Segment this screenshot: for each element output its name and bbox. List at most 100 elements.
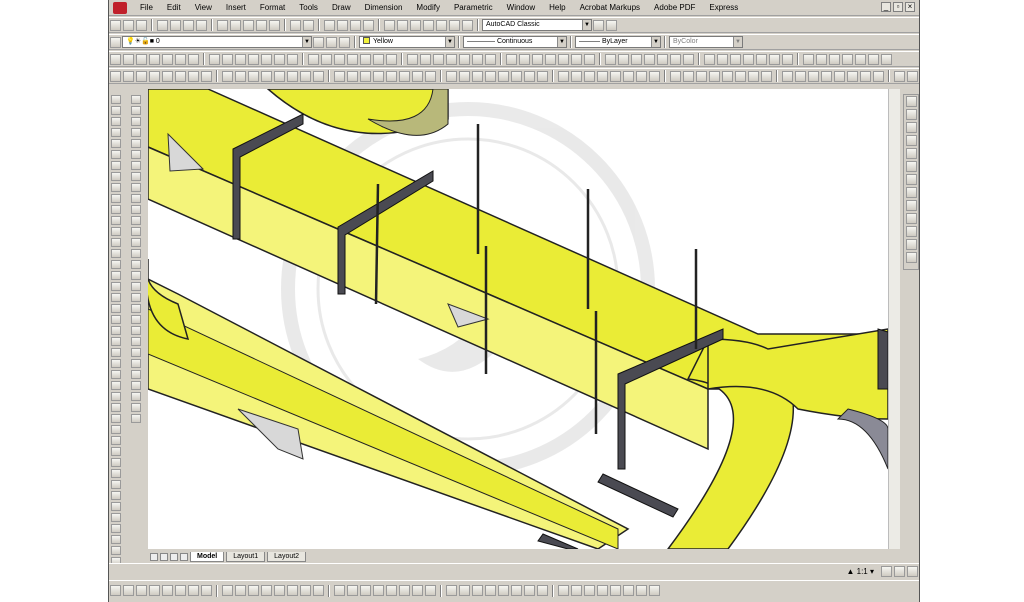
properties-icon[interactable] xyxy=(384,19,395,31)
view-tool-icon-29[interactable] xyxy=(498,585,509,596)
hvac-row1-tool-icon-16[interactable] xyxy=(321,53,332,65)
draw-tool-icon-32[interactable] xyxy=(110,436,121,445)
hvac-row1-tool-icon-27[interactable] xyxy=(472,53,483,65)
zoom-previous-icon[interactable] xyxy=(363,19,374,31)
draw-tool-icon-2[interactable] xyxy=(110,106,121,115)
view-tool-icon-16[interactable] xyxy=(313,585,324,596)
hvac-row1-tool-icon-32[interactable] xyxy=(545,53,556,65)
draw-tool-icon-39[interactable] xyxy=(110,513,121,522)
lineweight-dropdown[interactable]: ——— ByLayer ▼ xyxy=(575,36,661,48)
custom-left-tool-icon-26[interactable] xyxy=(130,370,141,379)
paste-icon[interactable] xyxy=(243,19,254,31)
hvac-row1-tool-icon-9[interactable] xyxy=(222,53,233,65)
view-tool-icon-21[interactable] xyxy=(386,585,397,596)
hvac-row1-tool-icon-18[interactable] xyxy=(347,53,358,65)
hvac-row2-tool-icon-54[interactable] xyxy=(847,70,858,82)
menu-edit[interactable]: Edit xyxy=(160,0,188,16)
view-tool-icon-30[interactable] xyxy=(511,585,522,596)
copy-icon[interactable] xyxy=(230,19,241,31)
hvac-row1-tool-icon-23[interactable] xyxy=(420,53,431,65)
hvac-row2-tool-icon-43[interactable] xyxy=(696,70,707,82)
plot-preview-icon[interactable] xyxy=(170,19,181,31)
open-icon[interactable] xyxy=(123,19,134,31)
hvac-row2-tool-icon-36[interactable] xyxy=(597,70,608,82)
hvac-row2-tool-icon-12[interactable] xyxy=(261,70,272,82)
tab-model[interactable]: Model xyxy=(190,551,225,562)
right-tool-icon-8[interactable] xyxy=(905,187,917,198)
hvac-row2-tool-icon-5[interactable] xyxy=(162,70,173,82)
view-tool-icon-14[interactable] xyxy=(287,585,298,596)
hvac-row2-tool-icon-30[interactable] xyxy=(511,70,522,82)
last-tab-icon[interactable] xyxy=(180,552,188,561)
draw-tool-icon-6[interactable] xyxy=(110,150,121,159)
hvac-row2-tool-icon-49[interactable] xyxy=(782,70,793,82)
app-logo-icon[interactable] xyxy=(113,1,127,14)
draw-tool-icon-23[interactable] xyxy=(110,337,121,346)
view-tool-icon-18[interactable] xyxy=(347,585,358,596)
hvac-row2-tool-icon-6[interactable] xyxy=(175,70,186,82)
draw-tool-icon-1[interactable] xyxy=(110,95,121,104)
custom-left-tool-icon-17[interactable] xyxy=(130,271,141,280)
menu-view[interactable]: View xyxy=(188,0,219,16)
view-tool-icon-11[interactable] xyxy=(248,585,259,596)
annotation-visibility-icon[interactable] xyxy=(881,566,892,577)
hvac-row2-tool-icon-45[interactable] xyxy=(722,70,733,82)
minimize-icon[interactable]: _ xyxy=(881,2,891,12)
draw-tool-icon-37[interactable] xyxy=(110,491,121,500)
hvac-row1-tool-icon-5[interactable] xyxy=(162,53,173,65)
cut-icon[interactable] xyxy=(217,19,228,31)
hvac-row1-tool-icon-31[interactable] xyxy=(532,53,543,65)
workspace-switch-icon[interactable] xyxy=(907,566,918,577)
custom-left-tool-icon-13[interactable] xyxy=(130,227,141,236)
hvac-row1-tool-icon-52[interactable] xyxy=(829,53,840,65)
view-tool-icon-7[interactable] xyxy=(188,585,199,596)
make-current-icon[interactable] xyxy=(313,36,324,48)
hvac-row1-tool-icon-21[interactable] xyxy=(386,53,397,65)
draw-tool-icon-13[interactable] xyxy=(110,227,121,236)
hvac-row1-tool-icon-37[interactable] xyxy=(618,53,629,65)
zoom-realtime-icon[interactable] xyxy=(337,19,348,31)
hvac-row2-tool-icon-3[interactable] xyxy=(136,70,147,82)
hvac-row1-tool-icon-13[interactable] xyxy=(274,53,285,65)
draw-tool-icon-12[interactable] xyxy=(110,216,121,225)
view-tool-icon-13[interactable] xyxy=(274,585,285,596)
layer-previous-icon[interactable] xyxy=(326,36,337,48)
hvac-row1-tool-icon-20[interactable] xyxy=(373,53,384,65)
right-tool-icon-12[interactable] xyxy=(905,239,917,250)
hvac-row2-tool-icon-39[interactable] xyxy=(636,70,647,82)
view-tool-icon-5[interactable] xyxy=(162,585,173,596)
view-tool-icon-15[interactable] xyxy=(300,585,311,596)
draw-tool-icon-7[interactable] xyxy=(110,161,121,170)
view-tool-icon-22[interactable] xyxy=(399,585,410,596)
menu-dimension[interactable]: Dimension xyxy=(358,0,410,16)
custom-left-tool-icon-18[interactable] xyxy=(130,282,141,291)
draw-tool-icon-20[interactable] xyxy=(110,304,121,313)
hvac-row1-tool-icon-38[interactable] xyxy=(631,53,642,65)
hvac-row1-tool-icon-35[interactable] xyxy=(584,53,595,65)
redo-icon[interactable] xyxy=(303,19,314,31)
hvac-row2-tool-icon-9[interactable] xyxy=(222,70,233,82)
hvac-row2-tool-icon-18[interactable] xyxy=(347,70,358,82)
custom-left-tool-icon-23[interactable] xyxy=(130,337,141,346)
draw-tool-icon-11[interactable] xyxy=(110,205,121,214)
hvac-row1-tool-icon-7[interactable] xyxy=(188,53,199,65)
hvac-row2-tool-icon-25[interactable] xyxy=(446,70,457,82)
hvac-row2-tool-icon-17[interactable] xyxy=(334,70,345,82)
draw-tool-icon-18[interactable] xyxy=(110,282,121,291)
undo-icon[interactable] xyxy=(290,19,301,31)
right-tool-icon-7[interactable] xyxy=(905,174,917,185)
right-tool-icon-9[interactable] xyxy=(905,200,917,211)
hvac-row1-tool-icon-2[interactable] xyxy=(123,53,134,65)
publish-icon[interactable] xyxy=(183,19,194,31)
right-tool-icon-11[interactable] xyxy=(905,226,917,237)
view-tool-icon-25[interactable] xyxy=(446,585,457,596)
hvac-row1-tool-icon-4[interactable] xyxy=(149,53,160,65)
view-tool-icon-35[interactable] xyxy=(584,585,595,596)
linetype-dropdown[interactable]: ———— Continuous ▼ xyxy=(463,36,567,48)
block-editor-icon[interactable] xyxy=(269,19,280,31)
menu-file[interactable]: File xyxy=(133,0,160,16)
draw-tool-icon-17[interactable] xyxy=(110,271,121,280)
menu-insert[interactable]: Insert xyxy=(219,0,253,16)
draw-tool-icon-15[interactable] xyxy=(110,249,121,258)
menu-express[interactable]: Express xyxy=(702,0,745,16)
